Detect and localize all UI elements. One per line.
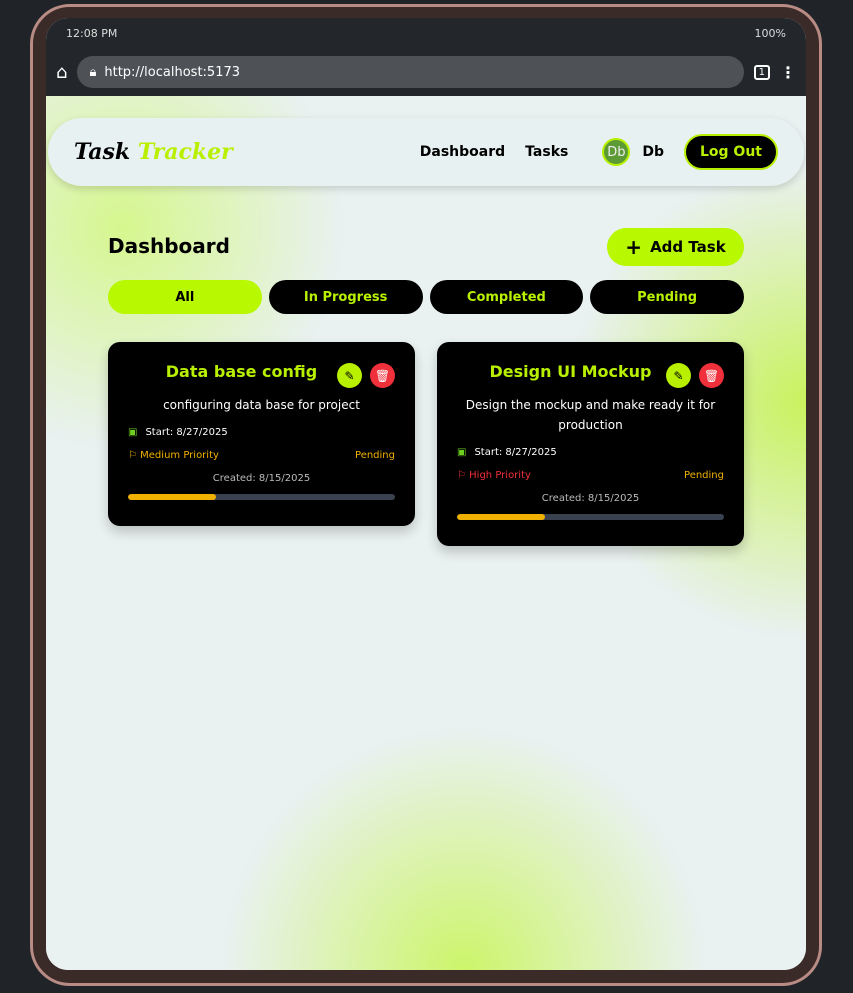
filter-pending[interactable]: Pending — [590, 280, 744, 314]
flag-icon: ⚐ — [128, 450, 137, 461]
progress-fill — [457, 514, 546, 520]
address-bar[interactable]: 🔒︎ http://localhost:5173 — [77, 56, 744, 88]
lock-icon: 🔒︎ — [89, 64, 97, 80]
home-icon[interactable]: ⌂ — [56, 62, 67, 83]
browser-toolbar: ⌂ 🔒︎ http://localhost:5173 1 ⋮ — [46, 48, 806, 96]
add-task-label: Add Task — [650, 238, 726, 256]
url-text: http://localhost:5173 — [104, 64, 241, 80]
filter-tabs: All In Progress Completed Pending — [108, 280, 744, 314]
delete-trash-icon[interactable]: 🗑︎ — [370, 363, 395, 388]
delete-trash-icon[interactable]: 🗑︎ — [699, 363, 724, 388]
navbar: Task Tracker Dashboard Tasks Db Db Log O… — [48, 118, 804, 186]
username: Db — [642, 144, 664, 160]
task-start: Start: 8/27/2025 — [145, 427, 228, 438]
page: Task Tracker Dashboard Tasks Db Db Log O… — [46, 96, 806, 970]
more-menu-icon[interactable]: ⋮ — [780, 63, 796, 82]
filter-completed[interactable]: Completed — [429, 280, 584, 314]
task-description: Design the mockup and make ready it for … — [465, 398, 716, 432]
status-bar: 12:08 PM 100% — [46, 18, 806, 48]
calendar-icon: ▣ — [457, 447, 467, 458]
task-card: Design UI Mockup ✎ 🗑︎ Design the mockup a… — [437, 342, 744, 546]
task-start: Start: 8/27/2025 — [474, 447, 557, 458]
task-priority: Medium Priority — [140, 450, 219, 461]
avatar[interactable]: Db — [602, 138, 631, 166]
filter-in-progress[interactable]: In Progress — [268, 280, 423, 314]
screen: 12:08 PM 100% ⌂ 🔒︎ http://localhost:5173 … — [46, 18, 806, 970]
edit-pencil-icon[interactable]: ✎ — [337, 363, 362, 388]
task-created: Created: 8/15/2025 — [541, 493, 640, 504]
logo-part-1: Task — [74, 139, 131, 165]
flag-icon: ⚐ — [457, 470, 466, 481]
add-task-button[interactable]: + Add Task — [607, 228, 744, 266]
tab-count-button[interactable]: 1 — [753, 64, 770, 80]
page-title: Dashboard — [108, 234, 230, 258]
nav-tasks[interactable]: Tasks — [525, 144, 568, 160]
progress-fill — [128, 494, 217, 500]
edit-pencil-icon[interactable]: ✎ — [666, 363, 691, 388]
logo[interactable]: Task Tracker — [74, 139, 233, 165]
task-status: Pending — [355, 450, 395, 461]
clock: 12:08 PM — [66, 26, 118, 40]
task-status: Pending — [684, 470, 724, 481]
battery: 100% — [754, 26, 786, 40]
nav-dashboard[interactable]: Dashboard — [420, 144, 505, 160]
task-description: configuring data base for project — [163, 398, 360, 412]
logout-button[interactable]: Log Out — [684, 134, 778, 170]
logo-part-2: Tracker — [137, 139, 233, 165]
task-priority: High Priority — [469, 470, 531, 481]
progress-bar — [457, 514, 724, 520]
plus-icon: + — [625, 235, 643, 259]
filter-all[interactable]: All — [108, 280, 262, 314]
progress-bar — [128, 494, 395, 500]
calendar-icon: ▣ — [128, 427, 138, 438]
task-created: Created: 8/15/2025 — [212, 473, 311, 484]
task-card: Data base config ✎ 🗑︎ configuring data ba… — [108, 342, 415, 526]
